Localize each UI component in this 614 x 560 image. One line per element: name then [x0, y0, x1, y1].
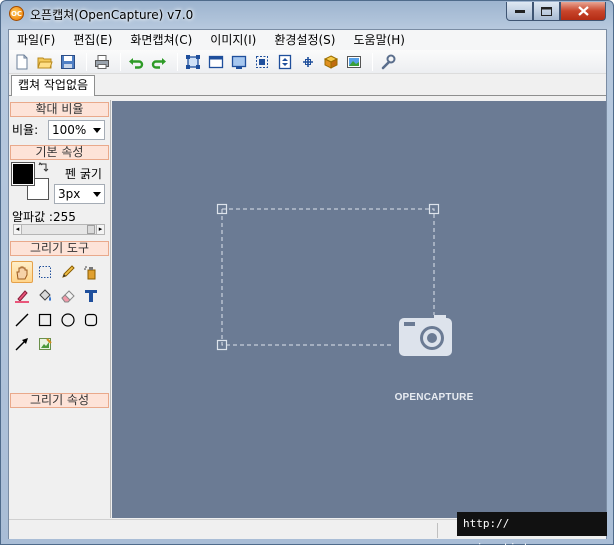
pen-width-label: 펜 굵기 [65, 167, 102, 181]
spray-tool-icon[interactable] [80, 261, 102, 283]
menu-help[interactable]: 도움말(H) [351, 30, 415, 50]
undo-icon[interactable] [126, 52, 146, 72]
image-insert-tool-icon[interactable] [34, 333, 56, 355]
marker-tool-icon[interactable] [11, 285, 33, 307]
capture-window-icon[interactable] [206, 52, 226, 72]
print-icon[interactable] [92, 52, 112, 72]
settings-wrench-icon[interactable] [378, 52, 398, 72]
watermark-url: http:// osios.tistory.com [457, 512, 607, 554]
toolbar-separator [372, 52, 373, 71]
pen-width-select[interactable]: 3px [54, 184, 105, 204]
foreground-color-swatch[interactable] [11, 162, 35, 186]
zoom-select-value: 100% [52, 123, 87, 137]
app-logo-icon[interactable]: OC [9, 6, 24, 21]
capture-region-icon[interactable] [183, 52, 203, 72]
swap-colors-icon[interactable] [38, 162, 49, 176]
text-tool-icon[interactable] [80, 285, 102, 307]
client-area: 파일(F) 편집(E) 화면캡쳐(C) 이미지(I) 환경설정(S) 도움말(H… [8, 29, 607, 539]
paint-bucket-tool-icon[interactable] [34, 285, 56, 307]
slider-thumb[interactable] [87, 225, 95, 234]
capture-object-icon[interactable] [252, 52, 272, 72]
capture-fixed-icon[interactable] [298, 52, 318, 72]
tab-capture-empty[interactable]: 캡쳐 작업없음 [11, 75, 96, 96]
chevron-down-icon [93, 192, 101, 197]
sidebar-panel: 확대 비율 비율: 100% 기본 속성 펜 굵기 3px 알파값 :255 ◂… [9, 100, 111, 518]
zoom-select[interactable]: 100% [48, 120, 105, 140]
menu-edit[interactable]: 편집(E) [71, 30, 122, 50]
menu-image[interactable]: 이미지(I) [208, 30, 266, 50]
slider-left-arrow-icon[interactable]: ◂ [14, 225, 22, 234]
alpha-slider[interactable]: ◂ ▸ [13, 224, 105, 235]
pen-width-value: 3px [58, 187, 81, 201]
capture-canvas[interactable]: OPENCAPTURE [112, 101, 606, 518]
capture-fullscreen-icon[interactable] [229, 52, 249, 72]
toolbar-separator [177, 52, 178, 71]
draw-props-section-header: 그리기 속성 [10, 393, 109, 408]
redo-icon[interactable] [149, 52, 169, 72]
alpha-label: 알파값 :255 [12, 210, 76, 224]
minimize-button[interactable] [506, 2, 533, 21]
close-button[interactable] [560, 2, 606, 21]
select-rect-tool-icon[interactable] [34, 261, 56, 283]
canvas-logo-text: OPENCAPTURE [394, 392, 474, 403]
new-file-icon[interactable] [12, 52, 32, 72]
draw-tools-section-header: 그리기 도구 [10, 241, 109, 256]
basic-props-section-header: 기본 속성 [10, 145, 109, 160]
rounded-rect-tool-icon[interactable] [80, 309, 102, 331]
zoom-section-header: 확대 비율 [10, 102, 109, 117]
pencil-tool-icon[interactable] [57, 261, 79, 283]
zoom-label: 비율: [12, 123, 39, 137]
title-bar[interactable]: OC 오픈캡쳐(OpenCapture) v7.0 [1, 1, 613, 27]
maximize-button[interactable] [533, 2, 560, 21]
ellipse-tool-icon[interactable] [57, 309, 79, 331]
chevron-down-icon [93, 128, 101, 133]
toolbar [9, 50, 606, 74]
toolbar-separator [120, 52, 121, 71]
camera-logo-icon [399, 315, 452, 356]
open-folder-icon[interactable] [35, 52, 55, 72]
rectangle-tool-icon[interactable] [34, 309, 56, 331]
toolbar-separator [86, 52, 87, 71]
hand-tool-icon[interactable] [11, 261, 33, 283]
slider-right-arrow-icon[interactable]: ▸ [96, 225, 104, 234]
eraser-tool-icon[interactable] [57, 285, 79, 307]
menu-file[interactable]: 파일(F) [15, 30, 65, 50]
save-icon[interactable] [58, 52, 78, 72]
opencapture-placeholder-graphic [216, 203, 452, 356]
window-title: 오픈캡쳐(OpenCapture) v7.0 [30, 8, 194, 22]
line-tool-icon[interactable] [11, 309, 33, 331]
arrow-tool-icon[interactable] [11, 333, 33, 355]
capture-3d-icon[interactable] [321, 52, 341, 72]
app-window: OC 오픈캡쳐(OpenCapture) v7.0 파일(F) 편집(E) 화면… [0, 0, 614, 554]
menu-capture[interactable]: 화면캡쳐(C) [128, 30, 202, 50]
capture-scroll-icon[interactable] [275, 52, 295, 72]
document-tab-bar: 캡쳐 작업없음 [9, 74, 606, 96]
menu-settings[interactable]: 환경설정(S) [272, 30, 345, 50]
menu-bar: 파일(F) 편집(E) 화면캡쳐(C) 이미지(I) 환경설정(S) 도움말(H… [9, 30, 606, 50]
capture-image-icon[interactable] [344, 52, 364, 72]
